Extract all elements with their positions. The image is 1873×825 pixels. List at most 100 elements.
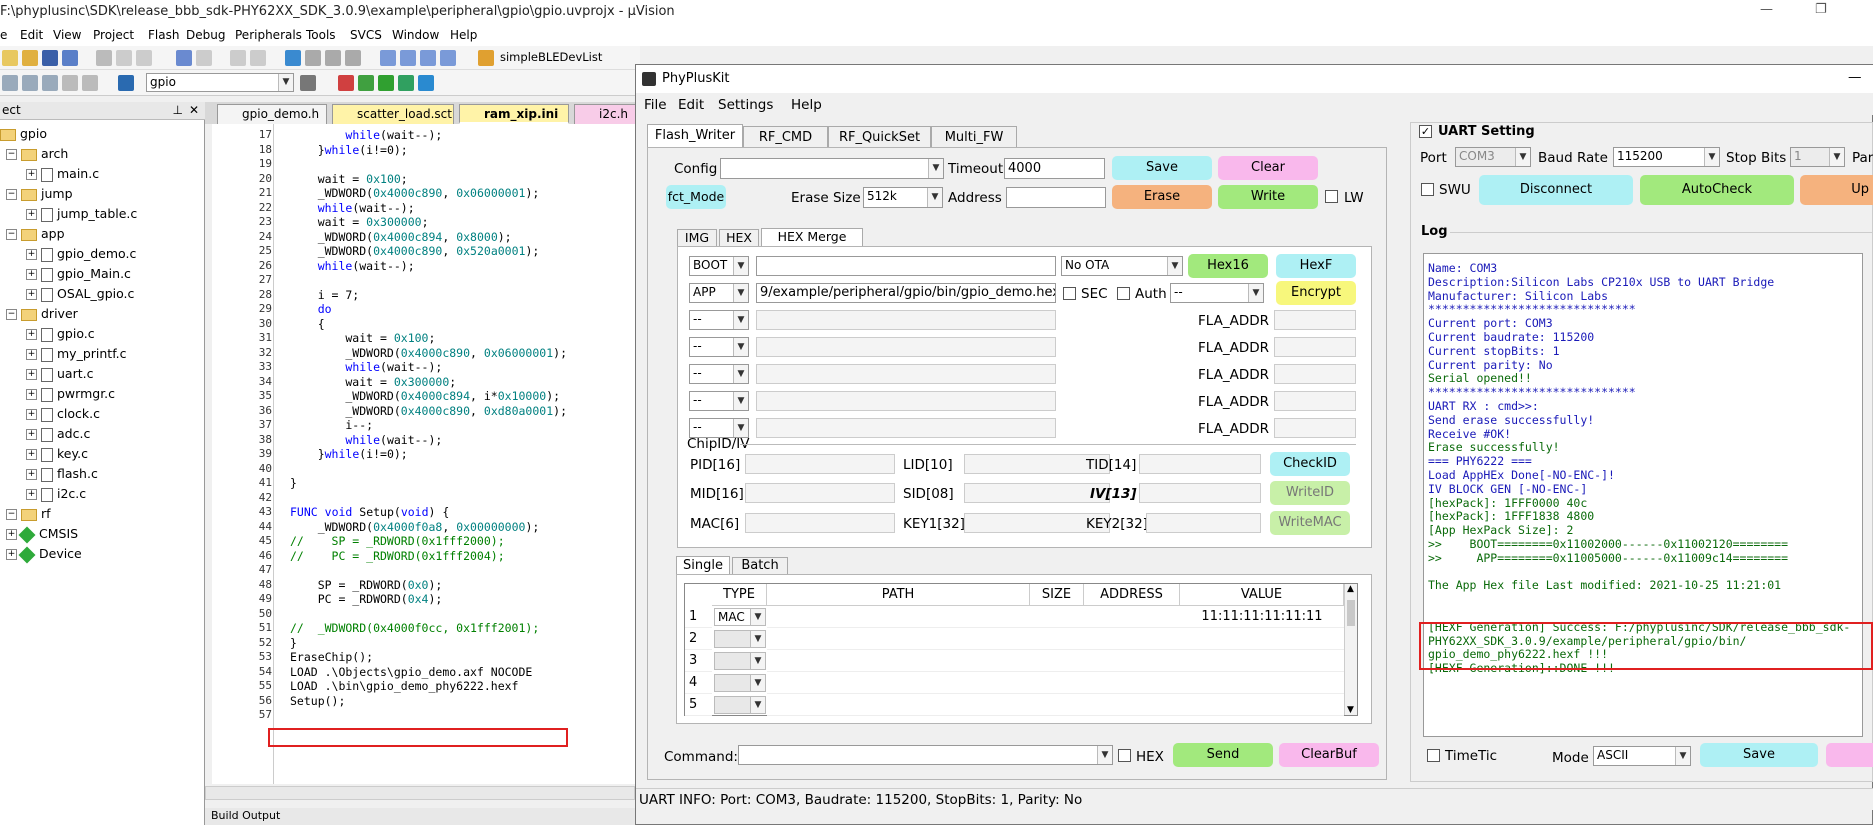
tab-gpio-demo-h[interactable]: gpio_demo.h xyxy=(217,104,327,124)
app-path-input[interactable]: 9/example/peripheral/gpio/bin/gpio_demo.… xyxy=(756,283,1056,303)
sec-checkbox[interactable] xyxy=(1063,287,1076,300)
rebuild-icon[interactable] xyxy=(42,75,58,91)
save-icon[interactable] xyxy=(42,50,58,66)
ppk-menu-edit[interactable]: Edit xyxy=(678,97,704,113)
menu-view[interactable]: View xyxy=(53,28,81,42)
type-select[interactable]: ▼ xyxy=(714,674,766,692)
auth-select[interactable]: -- ▼ xyxy=(1170,283,1264,303)
open-folder-icon[interactable] xyxy=(22,50,38,66)
hex16-button[interactable]: Hex16 xyxy=(1188,254,1268,278)
erase-size-select[interactable]: 512k ▼ xyxy=(863,187,943,208)
pack-installer-icon[interactable] xyxy=(398,75,414,91)
collapse-icon[interactable]: − xyxy=(6,509,17,520)
fla-addr-input[interactable] xyxy=(1274,391,1356,411)
nav-forward-icon[interactable] xyxy=(250,50,266,66)
expand-icon[interactable]: + xyxy=(6,529,17,540)
ppk-menu-file[interactable]: File xyxy=(644,97,667,113)
value-cell[interactable] xyxy=(1180,650,1344,672)
expand-icon[interactable]: + xyxy=(26,389,37,400)
region-select[interactable]: -- ▼ xyxy=(689,364,749,384)
collapse-icon[interactable]: − xyxy=(6,229,17,240)
value-cell[interactable]: 11:11:11:11:11:11 xyxy=(1180,606,1344,628)
region-path-input[interactable] xyxy=(756,418,1056,438)
menu-help[interactable]: Help xyxy=(450,28,477,42)
tree-item[interactable]: + Device xyxy=(6,546,82,563)
collapse-icon[interactable]: − xyxy=(6,189,17,200)
tree-item[interactable]: + gpio_demo.c xyxy=(26,246,136,262)
scroll-up-icon[interactable]: ▲ xyxy=(1347,584,1354,594)
region-path-input[interactable] xyxy=(756,364,1056,384)
sid-input[interactable] xyxy=(964,483,1110,503)
expand-icon[interactable]: + xyxy=(26,329,37,340)
stop-build-icon[interactable] xyxy=(82,75,98,91)
menu-tools[interactable]: Tools xyxy=(306,28,336,42)
build-icon[interactable] xyxy=(22,75,38,91)
menu-edit[interactable]: Edit xyxy=(20,28,43,42)
expand-icon[interactable]: + xyxy=(26,249,37,260)
config-select[interactable]: ▼ xyxy=(720,158,944,179)
expand-icon[interactable]: + xyxy=(26,409,37,420)
expand-icon[interactable]: + xyxy=(26,209,37,220)
iv-input[interactable] xyxy=(1139,483,1261,503)
boot-select[interactable]: BOOT ▼ xyxy=(689,256,749,276)
fla-addr-input[interactable] xyxy=(1274,364,1356,384)
menu-window[interactable]: Window xyxy=(392,28,439,42)
erase-button[interactable]: Erase xyxy=(1112,185,1212,209)
region-path-input[interactable] xyxy=(756,310,1056,330)
region-select[interactable]: -- ▼ xyxy=(689,418,749,438)
type-select[interactable]: ▼ xyxy=(714,630,766,648)
expand-icon[interactable]: + xyxy=(26,349,37,360)
tree-item[interactable]: + flash.c xyxy=(26,466,98,482)
tab-batch[interactable]: Batch xyxy=(732,557,788,575)
region-path-input[interactable] xyxy=(756,391,1056,411)
log-save-button[interactable]: Save xyxy=(1700,743,1818,767)
region-select[interactable]: -- ▼ xyxy=(689,337,749,357)
unindent-icon[interactable] xyxy=(400,50,416,66)
region-path-input[interactable] xyxy=(756,337,1056,357)
timetic-checkbox[interactable] xyxy=(1427,749,1440,762)
tab-scatter-load[interactable]: scatter_load.sct xyxy=(332,104,454,124)
tree-item[interactable]: + pwrmgr.c xyxy=(26,386,115,402)
paste-icon[interactable] xyxy=(136,50,152,66)
tree-item[interactable]: − driver xyxy=(6,306,78,321)
copy-icon[interactable] xyxy=(116,50,132,66)
translate-icon[interactable] xyxy=(2,75,18,91)
minimize-icon[interactable]: — xyxy=(1760,2,1773,17)
tree-item[interactable]: + OSAL_gpio.c xyxy=(26,286,134,302)
hexf-button[interactable]: HexF xyxy=(1276,254,1356,278)
column-header[interactable]: ADDRESS xyxy=(1084,584,1180,606)
batch-build-icon[interactable] xyxy=(62,75,78,91)
address-input[interactable] xyxy=(1006,187,1106,208)
tree-item[interactable]: − arch xyxy=(6,146,68,161)
manage-env-icon[interactable] xyxy=(358,75,374,91)
auth-checkbox[interactable] xyxy=(1117,287,1130,300)
region-select[interactable]: -- ▼ xyxy=(689,310,749,330)
subtab-hex[interactable]: HEX xyxy=(719,229,759,247)
expand-icon[interactable]: + xyxy=(26,289,37,300)
tree-item[interactable]: gpio xyxy=(0,126,47,141)
uart-setting-checkbox[interactable]: ✓ xyxy=(1419,125,1432,138)
tree-item[interactable]: + jump_table.c xyxy=(26,206,137,222)
menu-flash[interactable]: Flash xyxy=(148,28,179,42)
select-packs-icon[interactable] xyxy=(378,75,394,91)
checkid-button[interactable]: CheckID xyxy=(1270,452,1350,476)
tab-multi-fw[interactable]: Multi_FW xyxy=(931,126,1017,149)
save-button[interactable]: Save xyxy=(1112,156,1212,180)
tree-item[interactable]: + uart.c xyxy=(26,366,93,382)
type-select[interactable]: MAC ▼ xyxy=(714,608,766,626)
timeout-input[interactable]: 4000 xyxy=(1004,158,1105,179)
new-file-icon[interactable] xyxy=(2,50,18,66)
bookmark-icon[interactable] xyxy=(285,50,301,66)
tree-item[interactable]: + main.c xyxy=(26,166,99,182)
tree-item[interactable]: + CMSIS xyxy=(6,526,78,543)
tab-single[interactable]: Single xyxy=(676,556,730,575)
send-button[interactable]: Send xyxy=(1173,743,1273,767)
column-header[interactable]: TYPE xyxy=(712,584,767,606)
bookmark-next-icon[interactable] xyxy=(325,50,341,66)
expand-icon[interactable]: + xyxy=(6,549,17,560)
expand-icon[interactable]: + xyxy=(26,469,37,480)
tree-item[interactable]: + gpio.c xyxy=(26,326,95,342)
tree-item[interactable]: − jump xyxy=(6,186,73,201)
tree-item[interactable]: + i2c.c xyxy=(26,486,86,502)
value-cell[interactable] xyxy=(1180,672,1344,694)
